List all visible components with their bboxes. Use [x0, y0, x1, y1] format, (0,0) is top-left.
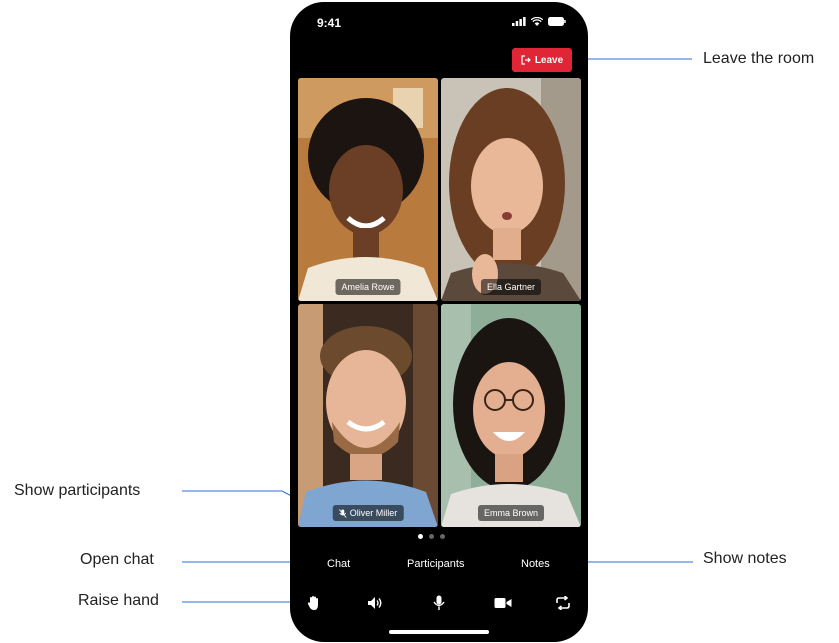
participant-name: Oliver Miller	[349, 508, 398, 518]
status-bar: 9:41	[290, 2, 588, 42]
pager-dot[interactable]	[440, 534, 445, 539]
callout-show-participants: Show participants	[14, 482, 141, 499]
callout-leave: Leave the room	[703, 50, 815, 67]
phone-frame: 9:41 Leave Amelia Rowe Ella Gartner Oliv…	[290, 2, 588, 642]
name-badge: Oliver Miller	[332, 505, 404, 521]
exit-icon	[521, 55, 531, 65]
pager-dot-active[interactable]	[418, 534, 423, 539]
home-indicator	[389, 630, 489, 634]
camera-icon	[494, 598, 512, 608]
name-badge: Amelia Rowe	[335, 279, 401, 295]
video-tile-ella[interactable]: Ella Gartner	[441, 78, 581, 301]
leave-button[interactable]: Leave	[512, 48, 572, 72]
participant-name: Amelia Rowe	[341, 282, 395, 292]
participant-name: Emma Brown	[483, 508, 539, 518]
control-bar	[290, 592, 588, 616]
video-tile-emma[interactable]: Emma Brown	[441, 304, 581, 527]
battery-icon	[548, 17, 566, 26]
participant-video	[441, 78, 581, 301]
mic-icon	[433, 595, 445, 610]
speaker-icon	[368, 597, 382, 609]
tab-chat[interactable]: Chat	[327, 558, 350, 570]
signal-icon	[512, 17, 526, 26]
hand-icon	[307, 596, 318, 610]
video-tile-amelia[interactable]: Amelia Rowe	[298, 78, 438, 301]
camera-button[interactable]	[492, 592, 514, 614]
participant-video	[298, 304, 438, 527]
participant-video	[298, 78, 438, 301]
bottom-tabs: Chat Participants Notes	[290, 554, 588, 574]
tab-notes[interactable]: Notes	[521, 558, 550, 570]
callout-open-chat: Open chat	[80, 551, 154, 568]
name-badge: Ella Gartner	[480, 279, 542, 295]
leave-label: Leave	[534, 54, 564, 66]
pager-dot[interactable]	[429, 534, 434, 539]
tab-participants[interactable]: Participants	[407, 558, 464, 570]
participant-name: Ella Gartner	[486, 282, 536, 292]
mic-button[interactable]	[428, 592, 450, 614]
raise-hand-button[interactable]	[303, 592, 325, 614]
participant-video	[441, 304, 581, 527]
switch-camera-icon	[556, 596, 570, 610]
wifi-icon	[531, 17, 543, 26]
name-badge: Emma Brown	[477, 505, 545, 521]
pager-dots	[418, 534, 445, 539]
muted-mic-icon	[338, 508, 347, 518]
video-tile-oliver[interactable]: Oliver Miller	[298, 304, 438, 527]
speaker-button[interactable]	[364, 592, 386, 614]
status-icons	[512, 17, 566, 26]
switch-camera-button[interactable]	[552, 592, 574, 614]
callout-show-notes: Show notes	[703, 550, 787, 567]
status-time: 9:41	[317, 16, 342, 30]
callout-raise-hand: Raise hand	[78, 592, 159, 609]
